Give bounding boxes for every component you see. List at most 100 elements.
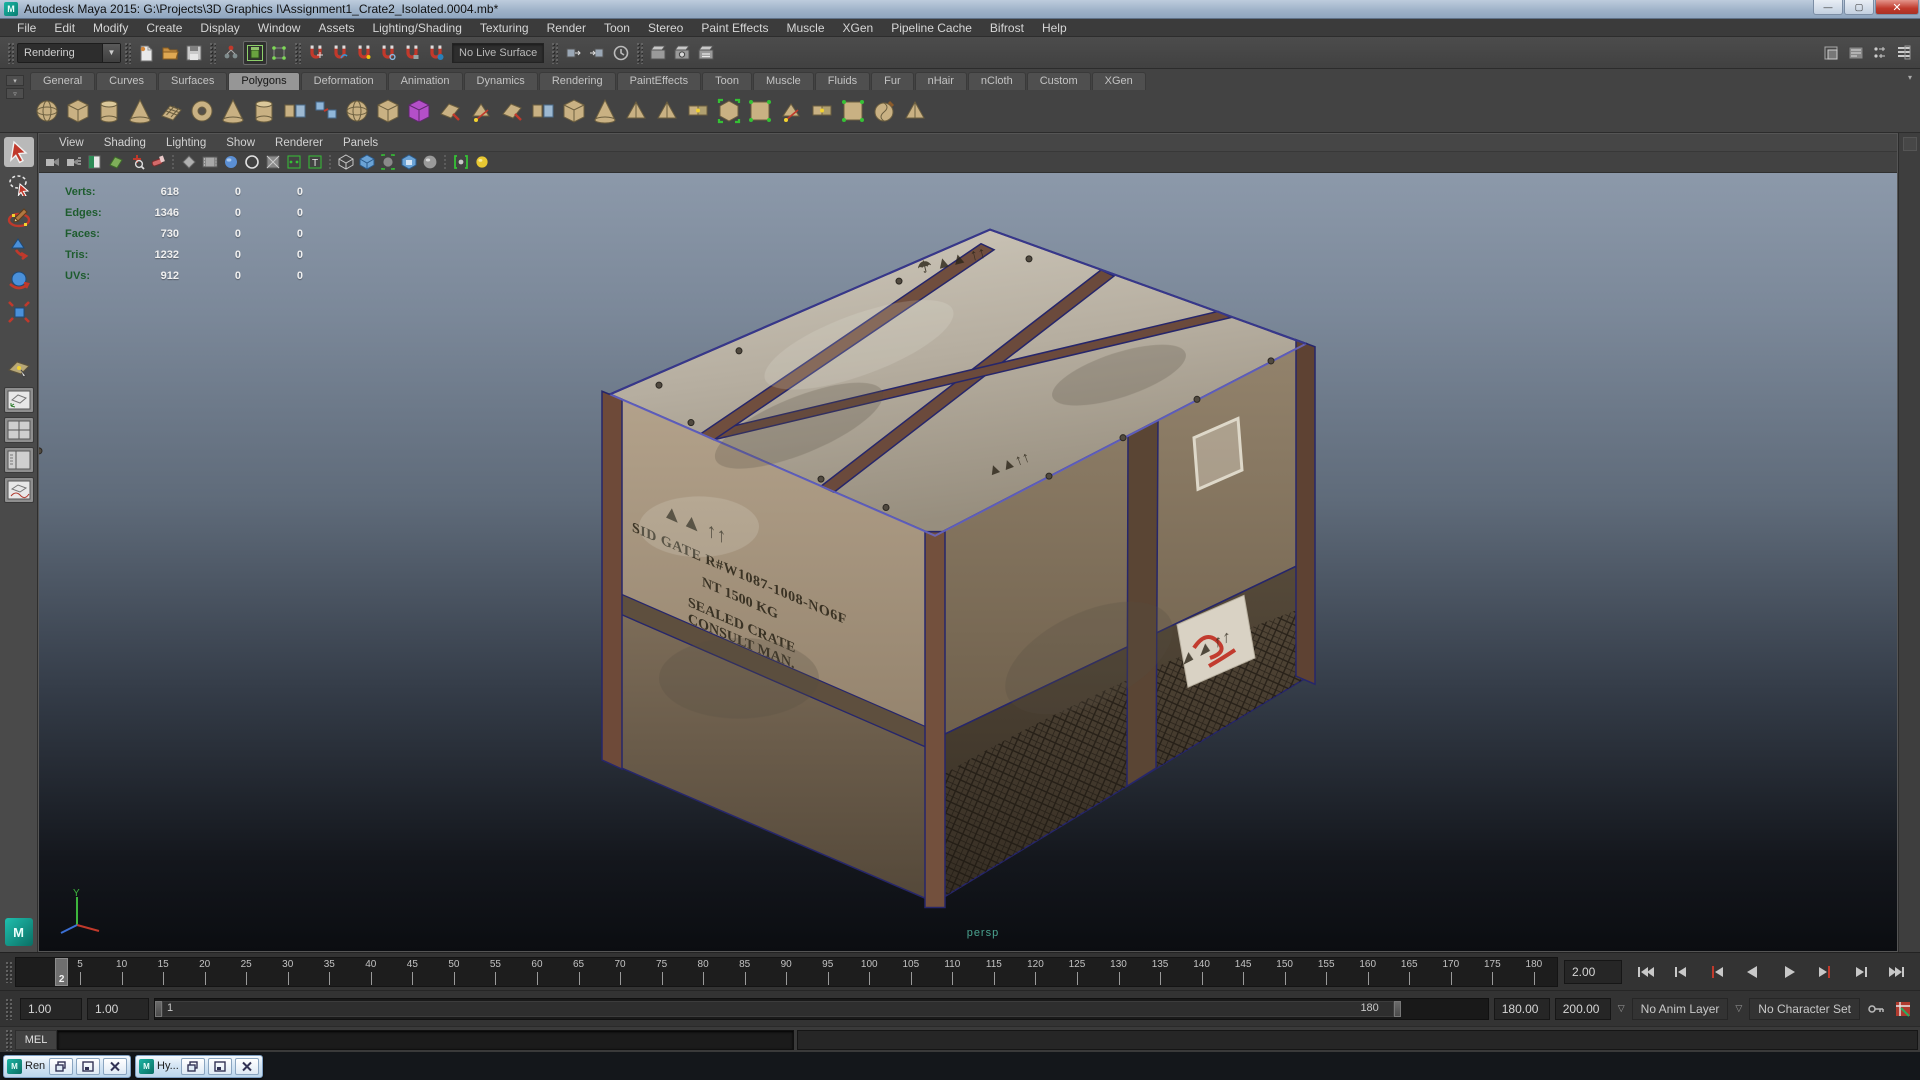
lighting-icon[interactable] bbox=[472, 153, 492, 171]
poly-extrude-icon[interactable] bbox=[559, 96, 589, 126]
frame-all-icon[interactable]: T bbox=[305, 153, 325, 171]
shelf-tab-rendering[interactable]: Rendering bbox=[539, 72, 616, 90]
poly-wedge-icon[interactable] bbox=[621, 96, 651, 126]
play-backwards-button[interactable] bbox=[1736, 959, 1770, 985]
rotate-tool[interactable] bbox=[4, 265, 34, 295]
menu-stereo[interactable]: Stereo bbox=[639, 19, 692, 37]
make-live-icon[interactable] bbox=[424, 41, 448, 65]
live-surface-field[interactable]: No Live Surface bbox=[452, 43, 544, 63]
snap-point-icon[interactable] bbox=[352, 41, 376, 65]
restore-button[interactable] bbox=[49, 1058, 73, 1075]
wireframe-icon[interactable] bbox=[336, 153, 356, 171]
select-component-icon[interactable] bbox=[267, 41, 291, 65]
textured-icon[interactable] bbox=[399, 153, 419, 171]
menu-lighting-shading[interactable]: Lighting/Shading bbox=[363, 19, 470, 37]
step-back-key-button[interactable] bbox=[1664, 959, 1698, 985]
field-chart-icon[interactable] bbox=[242, 153, 262, 171]
poly-multi-cut-icon[interactable] bbox=[776, 96, 806, 126]
step-forward-frame-button[interactable] bbox=[1808, 959, 1842, 985]
output-connections-icon[interactable] bbox=[585, 41, 609, 65]
playback-end-field[interactable]: 180.00 bbox=[1494, 998, 1550, 1020]
safe-title-icon[interactable] bbox=[284, 153, 304, 171]
snap-curve-icon[interactable] bbox=[328, 41, 352, 65]
poly-cube-icon[interactable] bbox=[63, 96, 93, 126]
panel-menu-renderer[interactable]: Renderer bbox=[265, 137, 333, 149]
select-tool[interactable] bbox=[4, 137, 34, 167]
smooth-shade-icon[interactable] bbox=[357, 153, 377, 171]
poly-smooth-icon[interactable] bbox=[373, 96, 403, 126]
perspective-viewport[interactable]: ▲▲ ↑↑ SID GATE R#W1087-1008-NO6F NT 1500… bbox=[39, 173, 1897, 951]
time-slider[interactable]: 5101520253035404550556065707580859095100… bbox=[15, 957, 1558, 987]
menu-display[interactable]: Display bbox=[191, 19, 248, 37]
poly-mirror-icon[interactable] bbox=[280, 96, 310, 126]
shelf-tab-deformation[interactable]: Deformation bbox=[301, 72, 387, 90]
attribute-editor-icon[interactable] bbox=[1844, 41, 1868, 65]
shelf-tab-surfaces[interactable]: Surfaces bbox=[158, 72, 227, 90]
snap-view-plane-icon[interactable] bbox=[400, 41, 424, 65]
step-back-frame-button[interactable] bbox=[1700, 959, 1734, 985]
menu-render[interactable]: Render bbox=[538, 19, 595, 37]
range-slider[interactable]: 1 180 bbox=[154, 998, 1489, 1020]
menu-xgen[interactable]: XGen bbox=[834, 19, 883, 37]
poly-sculpt-icon[interactable] bbox=[869, 96, 899, 126]
select-camera-icon[interactable] bbox=[43, 153, 63, 171]
poly-target-weld-icon[interactable] bbox=[807, 96, 837, 126]
open-scene-icon[interactable] bbox=[158, 41, 182, 65]
maya-logo-button[interactable]: M bbox=[5, 918, 33, 946]
restore-button[interactable] bbox=[181, 1058, 205, 1075]
poly-merge-icon[interactable] bbox=[683, 96, 713, 126]
render-current-frame-icon[interactable] bbox=[646, 41, 670, 65]
grip-handle[interactable] bbox=[636, 42, 643, 64]
grip-handle[interactable] bbox=[294, 42, 301, 64]
select-hierarchy-icon[interactable] bbox=[219, 41, 243, 65]
shelf-tab-xgen[interactable]: XGen bbox=[1092, 72, 1146, 90]
menu-create[interactable]: Create bbox=[137, 19, 191, 37]
tool-settings-icon[interactable] bbox=[1868, 41, 1892, 65]
render-settings-icon[interactable] bbox=[694, 41, 718, 65]
shelf-tab-muscle[interactable]: Muscle bbox=[753, 72, 814, 90]
title-bar[interactable]: M Autodesk Maya 2015: G:\Projects\3D Gra… bbox=[0, 0, 1920, 19]
current-frame-marker[interactable]: 2 bbox=[55, 958, 68, 986]
close-button[interactable] bbox=[103, 1058, 127, 1075]
shelf-tab-general[interactable]: General bbox=[30, 72, 95, 90]
snap-projected-center-icon[interactable] bbox=[376, 41, 400, 65]
grip-handle[interactable] bbox=[7, 42, 14, 64]
range-bar[interactable] bbox=[162, 1001, 1394, 1017]
close-button[interactable] bbox=[235, 1058, 259, 1075]
shelf-tab-polygons[interactable]: Polygons bbox=[228, 72, 299, 90]
poly-symmetrize-icon[interactable] bbox=[838, 96, 868, 126]
poly-cone-icon[interactable] bbox=[125, 96, 155, 126]
anim-prefs-icon[interactable] bbox=[1892, 999, 1914, 1019]
grip-handle[interactable] bbox=[551, 42, 558, 64]
isolate-select-icon[interactable] bbox=[451, 153, 471, 171]
close-button[interactable]: ✕ bbox=[1875, 0, 1919, 15]
shelf-tab-fluids[interactable]: Fluids bbox=[815, 72, 870, 90]
safe-action-icon[interactable] bbox=[263, 153, 283, 171]
command-line-language-toggle[interactable]: MEL bbox=[15, 1030, 57, 1050]
poly-append-icon[interactable] bbox=[497, 96, 527, 126]
shelf-tab-dynamics[interactable]: Dynamics bbox=[464, 72, 538, 90]
menu-muscle[interactable]: Muscle bbox=[778, 19, 834, 37]
menu-pipeline-cache[interactable]: Pipeline Cache bbox=[882, 19, 981, 37]
menu-edit[interactable]: Edit bbox=[45, 19, 84, 37]
shelf-overflow-button[interactable]: ▾ bbox=[1900, 69, 1920, 132]
select-object-icon[interactable] bbox=[243, 41, 267, 65]
minimized-window-0[interactable]: MRen... bbox=[3, 1055, 131, 1078]
play-forwards-button[interactable] bbox=[1772, 959, 1806, 985]
menu-bifrost[interactable]: Bifrost bbox=[981, 19, 1033, 37]
anim-layer-selector[interactable]: No Anim Layer bbox=[1632, 998, 1729, 1020]
auto-key-icon[interactable] bbox=[1865, 999, 1887, 1019]
poly-pyramid-icon[interactable] bbox=[218, 96, 248, 126]
maximize-button[interactable]: ▢ bbox=[1844, 0, 1874, 15]
panel-menu-view[interactable]: View bbox=[49, 137, 94, 149]
move-tool[interactable] bbox=[4, 233, 34, 263]
animation-end-field[interactable]: 200.00 bbox=[1555, 998, 1611, 1020]
character-set-selector[interactable]: No Character Set bbox=[1749, 998, 1860, 1020]
panel-menu-lighting[interactable]: Lighting bbox=[156, 137, 216, 149]
go-to-start-button[interactable] bbox=[1628, 959, 1662, 985]
menu-window[interactable]: Window bbox=[249, 19, 310, 37]
wireframe-on-shaded-icon[interactable] bbox=[378, 153, 398, 171]
snap-grid-icon[interactable] bbox=[304, 41, 328, 65]
poly-torus-icon[interactable] bbox=[187, 96, 217, 126]
poly-separate-icon[interactable] bbox=[311, 96, 341, 126]
